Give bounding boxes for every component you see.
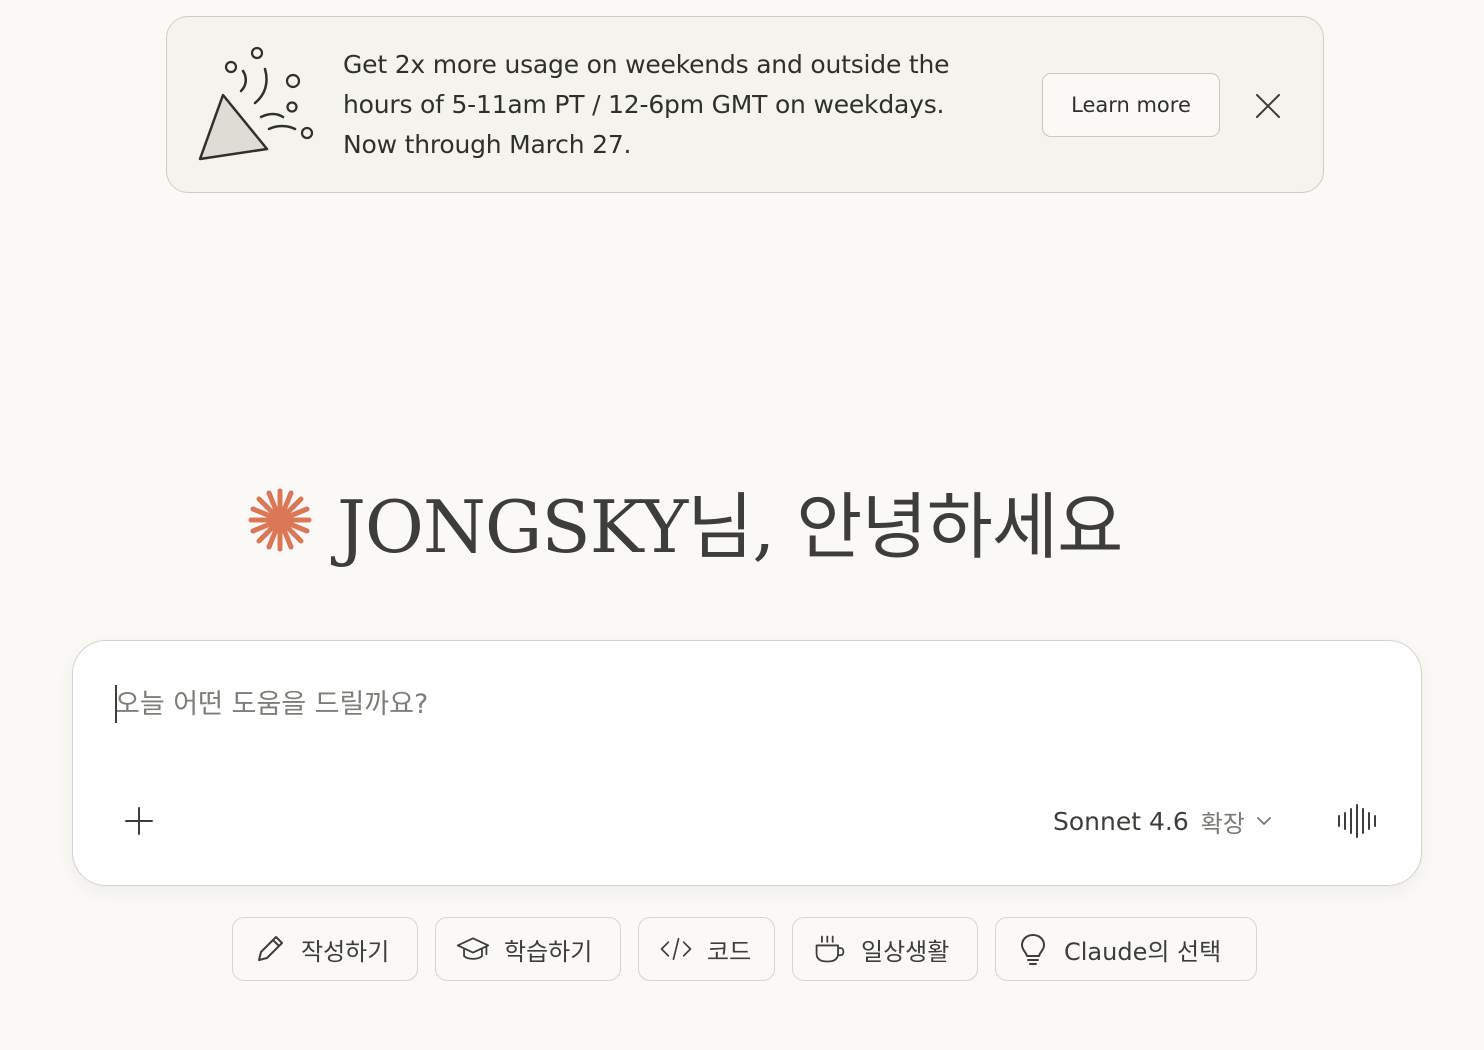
model-mode: 확장 — [1200, 809, 1245, 838]
graduation-cap-icon — [456, 932, 490, 966]
promo-banner: Get 2x more usage on weekends and outsid… — [166, 16, 1324, 193]
model-name: Sonnet 4.6 — [1053, 806, 1189, 836]
voice-mode-button[interactable] — [1335, 801, 1381, 841]
pencil-icon — [253, 932, 287, 966]
add-attachment-button[interactable] — [117, 799, 161, 843]
greeting: JONGSKY님, 안녕하세요 — [245, 470, 1123, 570]
plus-icon — [125, 807, 153, 835]
model-selector[interactable]: Sonnet 4.6 확장 — [1053, 801, 1273, 841]
claude-home-page: Get 2x more usage on weekends and outsid… — [0, 0, 1484, 1050]
chip-code[interactable]: 코드 — [638, 917, 775, 981]
voice-waveform-icon — [1338, 804, 1376, 838]
close-banner-button[interactable] — [1249, 87, 1287, 125]
message-input[interactable] — [115, 679, 1315, 729]
coffee-cup-icon — [813, 932, 847, 966]
claude-spark-icon — [248, 488, 312, 552]
greeting-text: JONGSKY님, 안녕하세요 — [337, 484, 1123, 569]
chip-daily-life-label: 일상생활 — [861, 937, 950, 966]
code-icon — [659, 932, 693, 966]
close-icon — [1256, 94, 1280, 118]
learn-more-button[interactable]: Learn more — [1042, 73, 1220, 137]
promo-line-3: Now through March 27. — [343, 130, 632, 159]
chip-code-label: 코드 — [707, 937, 752, 966]
chip-daily-life[interactable]: 일상생활 — [792, 917, 978, 981]
chip-write[interactable]: 작성하기 — [232, 917, 418, 981]
promo-line-2: hours of 5-11am PT / 12-6pm GMT on weekd… — [343, 90, 945, 119]
chip-learn[interactable]: 학습하기 — [435, 917, 621, 981]
party-popper-icon — [198, 46, 314, 161]
chevron-down-icon — [1257, 817, 1271, 825]
chip-claudes-choice[interactable]: Claude의 선택 — [995, 917, 1257, 981]
chip-write-label: 작성하기 — [301, 937, 390, 966]
chip-learn-label: 학습하기 — [504, 937, 593, 966]
chip-claudes-choice-label: Claude의 선택 — [1064, 937, 1222, 966]
promo-banner-text: Get 2x more usage on weekends and outsid… — [343, 45, 1003, 165]
promo-line-1: Get 2x more usage on weekends and outsid… — [343, 50, 950, 79]
message-composer: Sonnet 4.6 확장 — [72, 640, 1422, 886]
lightbulb-icon — [1016, 932, 1050, 966]
text-caret — [115, 685, 117, 723]
